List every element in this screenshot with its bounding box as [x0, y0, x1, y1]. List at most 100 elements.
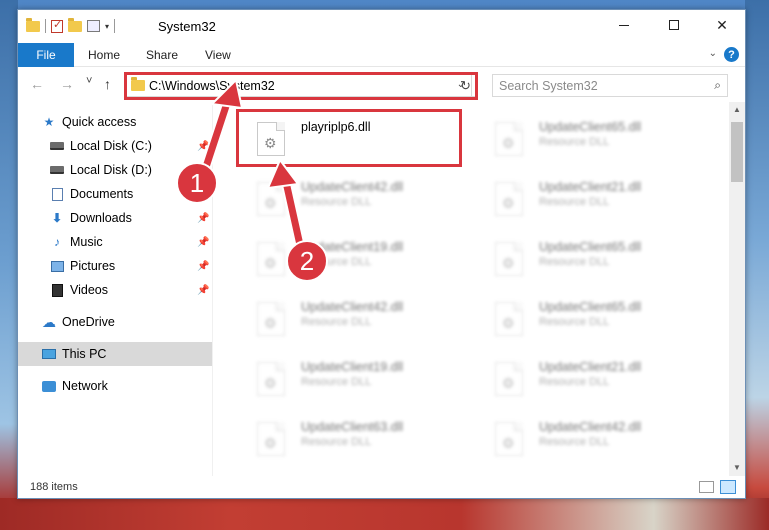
dll-file-icon: ⚙ — [495, 302, 523, 336]
maximize-button[interactable] — [651, 10, 697, 40]
search-box[interactable]: Search System32 ⌕ — [492, 74, 728, 97]
window-title: System32 — [158, 19, 216, 34]
dll-file-icon: ⚙ — [257, 362, 285, 396]
close-button[interactable]: ✕ — [699, 10, 745, 40]
tab-file[interactable]: File — [18, 43, 74, 67]
pin-icon: 📌 — [197, 140, 210, 152]
file-name: UpdateClient63.dll — [301, 420, 404, 434]
file-item[interactable]: ⚙ UpdateClient63.dll Resource DLL — [249, 412, 479, 462]
sidebar-item-onedrive[interactable]: ☁ OneDrive — [18, 310, 212, 334]
scrollbar-thumb[interactable] — [731, 122, 743, 182]
file-item[interactable]: ⚙ UpdateClient21.dll Resource DLL — [487, 172, 717, 222]
file-item[interactable]: ⚙ UpdateClient65.dll Resource DLL — [487, 292, 717, 342]
gear-icon: ⚙ — [502, 255, 515, 271]
dll-file-icon: ⚙ — [495, 422, 523, 456]
dll-file-icon: ⚙ — [257, 302, 285, 336]
title-bar: ▾ System32 ✕ — [18, 10, 745, 43]
navigation-bar: ← → ˅ ↑ C:\Windows\System32 ⌄ ↻ Search S… — [18, 68, 745, 102]
address-path[interactable]: C:\Windows\System32 — [149, 79, 275, 93]
step-callout-1: 1 — [176, 162, 218, 204]
sidebar-item-network[interactable]: Network — [18, 374, 212, 398]
gear-icon: ⚙ — [264, 255, 277, 271]
navigation-pane: ★ Quick access Local Disk (C:) 📌 Local D… — [18, 102, 212, 476]
sidebar-item-pictures[interactable]: Pictures 📌 — [18, 254, 212, 278]
back-icon[interactable]: ← — [30, 76, 44, 92]
file-name: UpdateClient42.dll — [301, 180, 404, 194]
file-item-playriplp6[interactable]: ⚙ playriplp6.dll — [249, 112, 479, 162]
large-icons-view-icon[interactable] — [720, 480, 736, 494]
dll-file-icon: ⚙ — [257, 242, 285, 276]
item-count: 188 items — [30, 481, 78, 493]
file-item[interactable]: ⚙ UpdateClient42.dll Resource DLL — [249, 292, 479, 342]
sidebar-item-label: This PC — [62, 347, 107, 361]
minimize-button[interactable] — [601, 10, 647, 40]
tab-view[interactable]: View — [205, 43, 231, 67]
file-type: Resource DLL — [301, 436, 372, 448]
search-input[interactable]: Search System32 — [499, 79, 598, 93]
refresh-icon: ↻ — [460, 77, 471, 93]
dll-file-icon: ⚙ — [257, 182, 285, 216]
sidebar-item-label: Downloads — [70, 211, 132, 225]
tab-share[interactable]: Share — [146, 43, 178, 67]
customize-toolbar-icon[interactable] — [87, 20, 100, 32]
maximize-icon — [669, 20, 679, 30]
file-item[interactable]: ⚙ UpdateClient65.dll Resource DLL — [487, 112, 717, 162]
search-icon: ⌕ — [714, 78, 721, 92]
sidebar-item-local-disk-c[interactable]: Local Disk (C:) 📌 — [18, 134, 212, 158]
gear-icon: ⚙ — [502, 135, 515, 151]
sidebar-item-downloads[interactable]: ⬇ Downloads 📌 — [18, 206, 212, 230]
file-item[interactable]: ⚙ UpdateClient42.dll Resource DLL — [249, 172, 479, 222]
dll-file-icon: ⚙ — [495, 242, 523, 276]
minimize-icon — [619, 24, 629, 26]
sidebar-item-videos[interactable]: Videos 📌 — [18, 278, 212, 302]
gear-icon: ⚙ — [264, 435, 277, 451]
address-bar[interactable]: C:\Windows\System32 ⌄ — [126, 74, 472, 97]
sidebar-item-this-pc[interactable]: This PC — [18, 342, 212, 366]
dll-file-icon: ⚙ — [495, 362, 523, 396]
file-name: UpdateClient65.dll — [539, 300, 642, 314]
vertical-scrollbar[interactable]: ▲ ▼ — [729, 102, 745, 476]
drive-icon — [50, 139, 64, 153]
file-list: ⚙ playriplp6.dll ⚙ UpdateClient42.dll Re… — [213, 102, 728, 476]
chevron-down-icon[interactable]: ▾ — [105, 22, 109, 31]
sidebar-item-label: OneDrive — [62, 315, 115, 329]
pictures-icon — [50, 259, 64, 273]
pin-icon: 📌 — [197, 236, 210, 248]
scroll-up-icon[interactable]: ▲ — [733, 105, 741, 114]
file-type: Resource DLL — [539, 196, 610, 208]
sidebar-item-label: Local Disk (C:) — [70, 139, 152, 153]
file-type: Resource DLL — [301, 376, 372, 388]
sidebar-item-quick-access[interactable]: ★ Quick access — [18, 110, 212, 134]
sidebar-item-label: Videos — [70, 283, 108, 297]
forward-icon[interactable]: → — [60, 76, 74, 92]
drive-icon — [50, 163, 64, 177]
explorer-window: ▾ System32 ✕ File Home Share View ⌄ ? ← … — [17, 9, 746, 499]
file-item[interactable]: ⚙ UpdateClient21.dll Resource DLL — [487, 352, 717, 402]
tab-home[interactable]: Home — [88, 43, 120, 67]
file-name: playriplp6.dll — [301, 120, 371, 134]
file-item[interactable]: ⚙ UpdateClient42.dll Resource DLL — [487, 412, 717, 462]
file-item[interactable]: ⚙ UpdateClient19.dll Resource DLL — [249, 232, 479, 282]
gear-icon: ⚙ — [264, 315, 277, 331]
toolbar-separator — [114, 19, 116, 33]
file-item[interactable]: ⚙ UpdateClient19.dll Resource DLL — [249, 352, 479, 402]
sidebar-item-label: Music — [70, 235, 103, 249]
up-icon[interactable]: ↑ — [104, 76, 111, 92]
sidebar-item-label: Pictures — [70, 259, 116, 273]
sidebar-item-music[interactable]: ♪ Music 📌 — [18, 230, 212, 254]
dll-file-icon: ⚙ — [257, 122, 285, 156]
recent-locations-icon[interactable]: ˅ — [86, 75, 92, 87]
file-item[interactable]: ⚙ UpdateClient65.dll Resource DLL — [487, 232, 717, 282]
properties-check-icon[interactable] — [51, 18, 63, 33]
help-icon[interactable]: ? — [724, 47, 739, 62]
videos-icon — [50, 283, 64, 297]
step-callout-2: 2 — [286, 240, 328, 282]
sidebar-item-label: Documents — [70, 187, 134, 201]
downloads-icon: ⬇ — [51, 211, 63, 225]
refresh-button[interactable]: ↻ — [455, 74, 477, 97]
expand-ribbon-icon[interactable]: ⌄ — [709, 48, 717, 59]
scroll-down-icon[interactable]: ▼ — [733, 463, 741, 472]
details-view-icon[interactable] — [699, 481, 714, 493]
new-folder-icon[interactable] — [68, 17, 82, 32]
sidebar-item-label: Quick access — [62, 115, 137, 129]
